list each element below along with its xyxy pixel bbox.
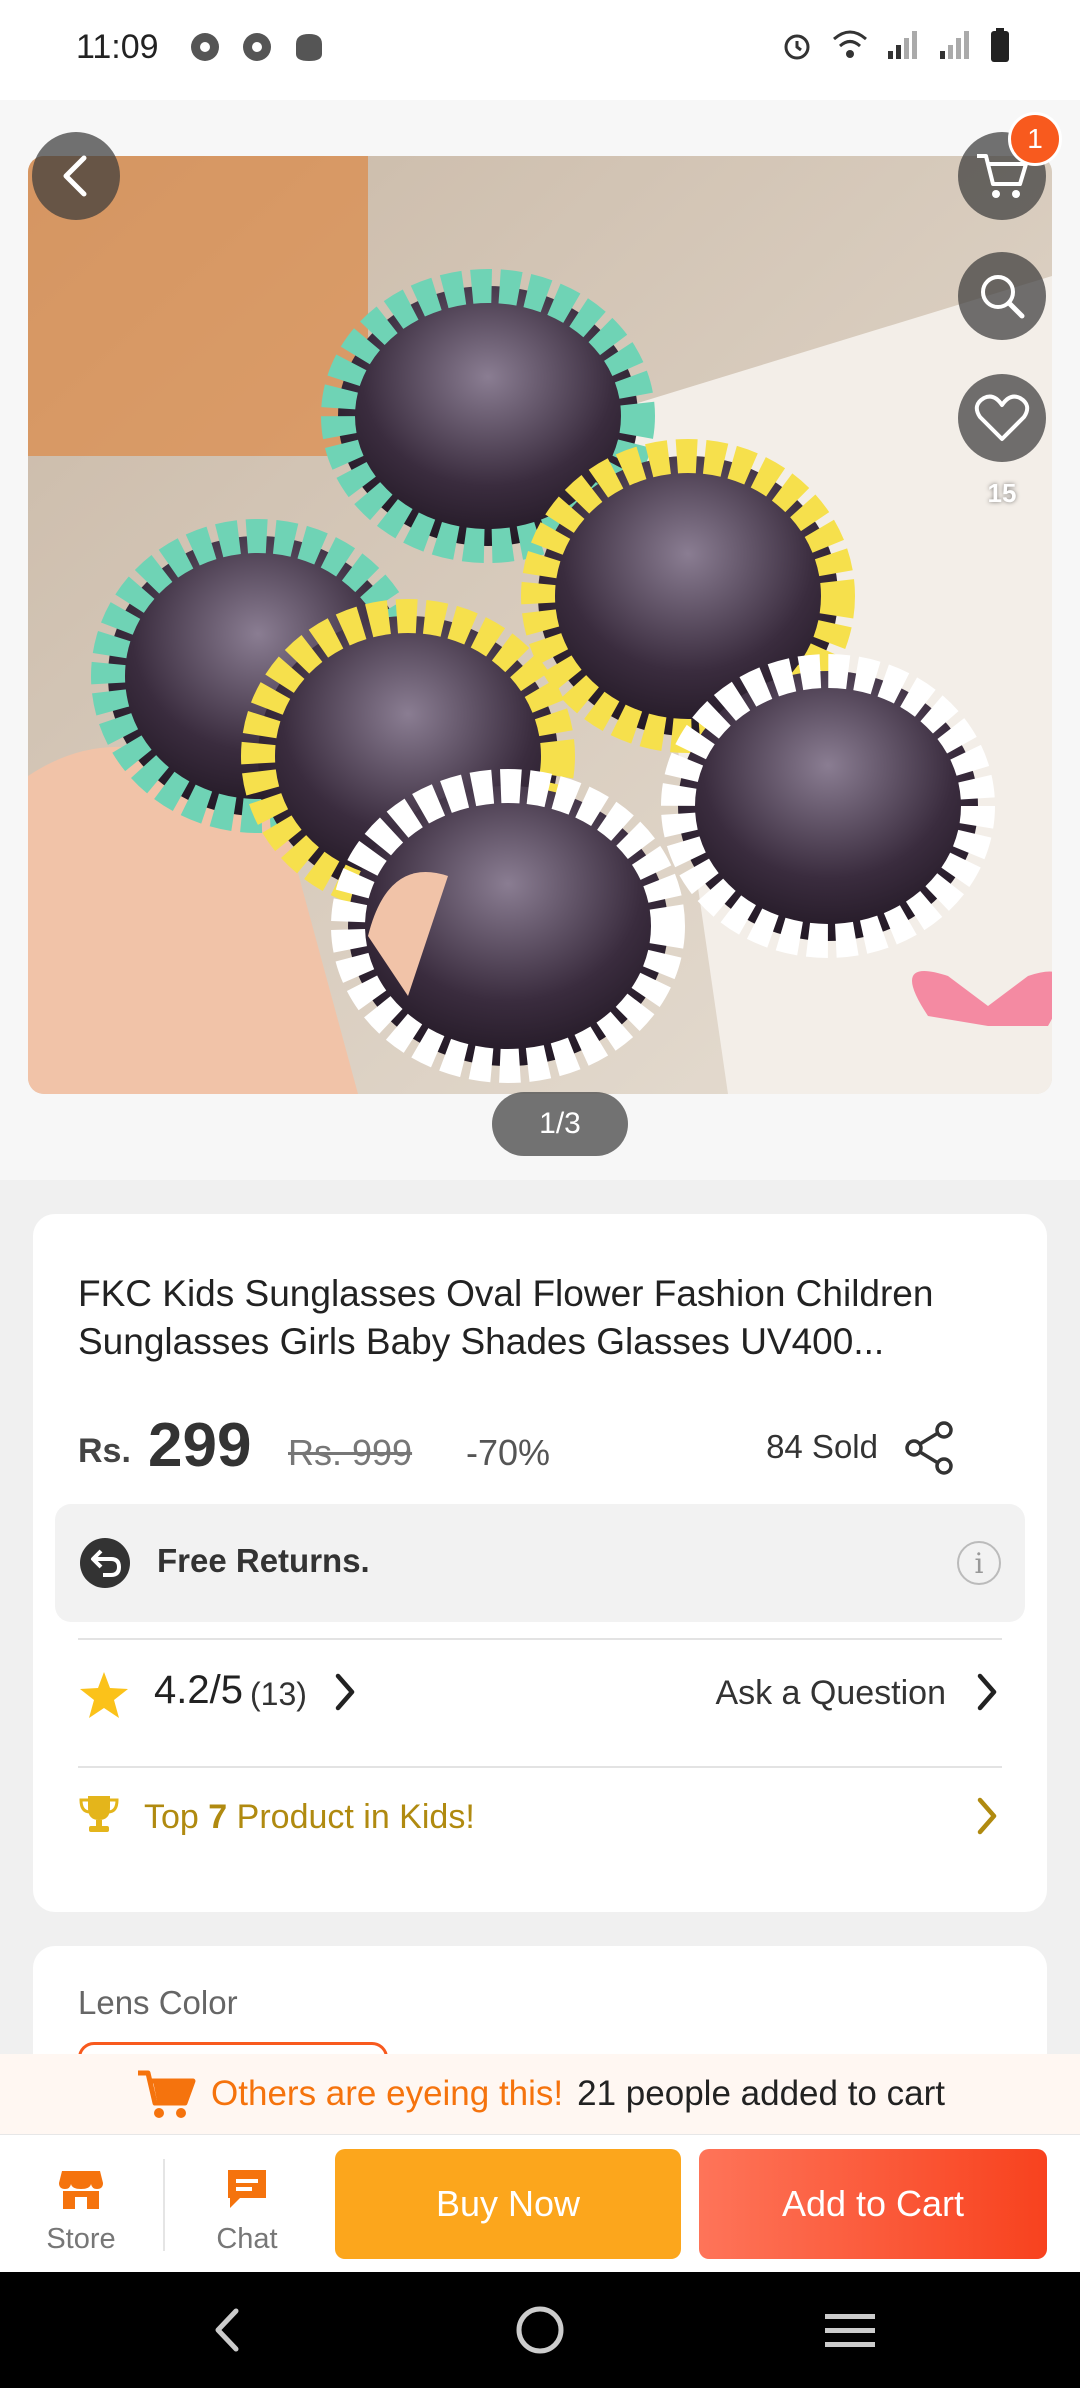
wifi-icon — [833, 30, 867, 58]
nav-home-button[interactable] — [500, 2300, 580, 2360]
chevron-right-icon — [335, 1673, 355, 1711]
store-button[interactable]: Store — [26, 2163, 136, 2256]
chat-icon — [228, 2170, 266, 2208]
original-price: Rs. 999 — [288, 1432, 413, 1473]
battery-icon — [991, 28, 1009, 62]
rating-row[interactable]: 4.2/5 (13) Ask a Question — [78, 1648, 1002, 1738]
sunglasses-photo-illustration — [28, 156, 1052, 1094]
free-returns-label: Free Returns. — [157, 1542, 370, 1579]
cart-count-badge: 1 — [1008, 112, 1062, 166]
ask-question-link[interactable]: Ask a Question — [715, 1674, 946, 1713]
chat-label: Chat — [216, 2223, 278, 2255]
nav-back-icon — [215, 2308, 239, 2352]
add-to-cart-button[interactable]: Add to Cart — [699, 2149, 1047, 2259]
star-icon — [80, 1672, 128, 1718]
product-photo[interactable] — [28, 156, 1052, 1094]
signal-icon — [888, 31, 917, 59]
chat-button[interactable]: Chat — [192, 2163, 302, 2256]
sold-count: 84 Sold — [766, 1428, 878, 1465]
search-icon — [981, 275, 1025, 319]
share-icon[interactable] — [904, 1420, 956, 1476]
shopping-cart-icon — [138, 2070, 196, 2118]
system-navigation-bar — [0, 2272, 1080, 2388]
signal-icon — [940, 31, 969, 59]
urgency-text: 21 people added to cart — [577, 2074, 945, 2113]
rating-count: (13) — [250, 1676, 307, 1712]
status-time: 11:09 — [76, 28, 159, 66]
top-product-ranking[interactable]: Top 7 Product in Kids! — [78, 1768, 1002, 1868]
rating-value: 4.2/5 — [154, 1668, 243, 1712]
product-title: FKC Kids Sunglasses Oval Flower Fashion … — [78, 1273, 934, 1362]
search-button[interactable] — [958, 252, 1046, 340]
ranking-number: 7 — [208, 1798, 228, 1836]
nav-back-button[interactable] — [188, 2300, 268, 2360]
ranking-text: Top 7 Product in Kids! — [144, 1798, 475, 1837]
urgency-highlight: Others are eyeing this! — [211, 2074, 564, 2113]
bottom-action-bar: Store Chat Buy Now Add to Cart — [0, 2134, 1080, 2272]
ranking-suffix: Product in Kids! — [236, 1798, 475, 1836]
nav-recents-icon — [825, 2314, 875, 2347]
chrome-notification-icon — [191, 33, 219, 61]
nav-home-icon — [516, 2306, 564, 2354]
price-row: Rs. 299 Rs. 999 -70% 84 Sold — [78, 1394, 1008, 1480]
chevron-right-icon — [977, 1673, 997, 1711]
product-info-card: FKC Kids Sunglasses Oval Flower Fashion … — [33, 1214, 1047, 1912]
urgency-banner: Others are eyeing this! 21 people added … — [0, 2054, 1080, 2134]
return-arrow-icon — [80, 1538, 130, 1588]
notification-icons — [188, 30, 326, 64]
wishlist-button[interactable] — [958, 374, 1046, 462]
current-price: 299 — [148, 1411, 252, 1480]
system-icons — [780, 28, 1010, 62]
lens-color-label: Lens Color — [78, 1984, 238, 2021]
chevron-right-icon — [977, 1797, 997, 1835]
buy-now-button[interactable]: Buy Now — [335, 2149, 681, 2259]
app-notification-icon — [296, 34, 322, 61]
image-page-indicator: 1/3 — [492, 1092, 628, 1156]
wishlist-count: 15 — [987, 478, 1017, 508]
divider — [163, 2159, 165, 2251]
info-icon[interactable]: i — [957, 1541, 1001, 1585]
back-button[interactable] — [32, 132, 120, 220]
chevron-left-icon — [63, 155, 87, 197]
ranking-prefix: Top — [144, 1798, 199, 1836]
free-returns-banner[interactable]: Free Returns. i — [55, 1504, 1025, 1622]
divider — [78, 1638, 1002, 1640]
trophy-icon — [79, 1796, 119, 1832]
price-currency: Rs. — [78, 1432, 131, 1470]
heart-icon — [974, 394, 1030, 441]
status-bar: 11:09 — [0, 0, 1080, 100]
chrome-notification-icon — [243, 33, 271, 61]
store-icon — [59, 2171, 103, 2209]
alarm-icon — [784, 34, 810, 60]
discount-percent: -70% — [466, 1432, 551, 1473]
store-label: Store — [46, 2223, 116, 2255]
product-gallery[interactable]: 1 15 1/3 — [0, 100, 1080, 1180]
nav-recents-button[interactable] — [810, 2300, 890, 2360]
